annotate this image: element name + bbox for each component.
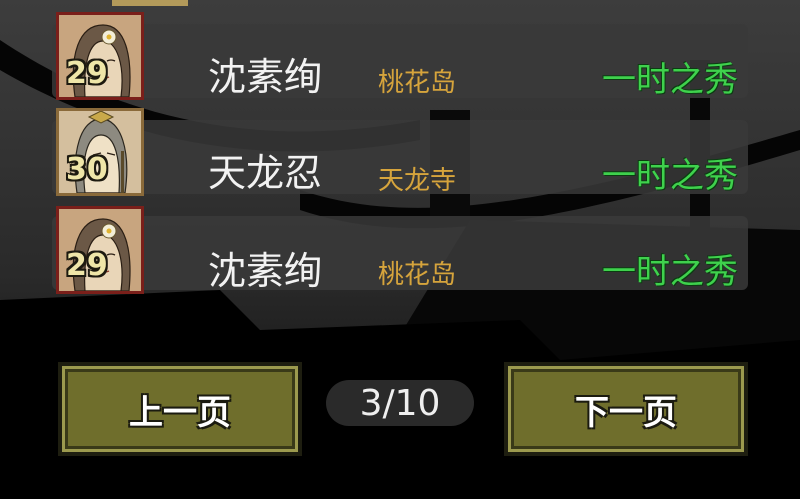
player-sect: 桃花岛 (378, 260, 457, 290)
player-title: 一时之秀 (602, 252, 738, 292)
player-title: 一时之秀 (602, 156, 738, 196)
player-name: 沈素绚 (208, 249, 323, 293)
player-sect: 桃花岛 (378, 68, 457, 98)
player-level: 29 (66, 248, 108, 283)
prev-page-button[interactable]: 上一页 (58, 362, 302, 456)
player-name: 天龙忍 (208, 151, 323, 195)
player-sect: 天龙寺 (378, 166, 457, 196)
page-indicator: 3/10 (326, 380, 474, 426)
player-title: 一时之秀 (602, 60, 738, 100)
top-frame-ornament (112, 0, 188, 6)
player-level: 30 (66, 152, 108, 187)
player-level: 29 (66, 56, 108, 91)
next-page-button[interactable]: 下一页 (504, 362, 748, 456)
player-name: 沈素绚 (208, 55, 323, 99)
